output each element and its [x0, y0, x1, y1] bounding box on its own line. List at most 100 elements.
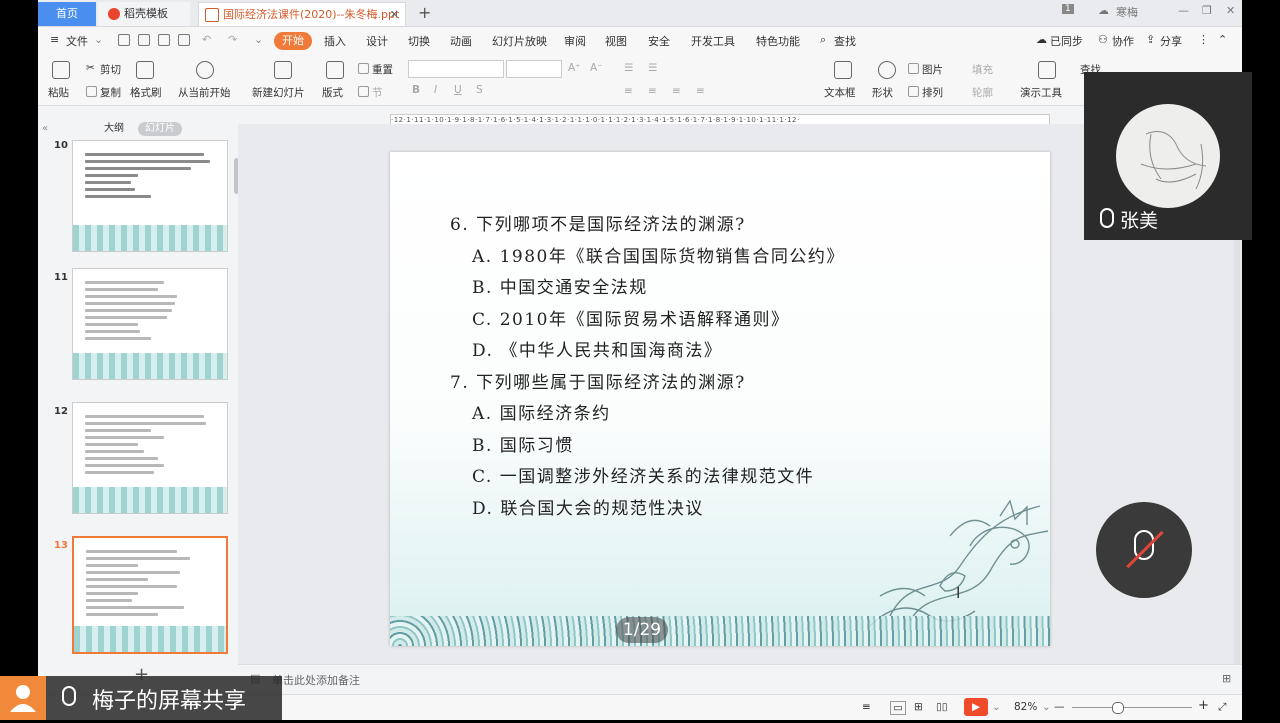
notes-view-icon[interactable]: ≡ — [862, 701, 871, 713]
textbox-button[interactable]: 文本框 — [824, 85, 856, 100]
cut-button[interactable]: 剪切 — [100, 62, 121, 77]
menu-file[interactable]: 文件 — [66, 33, 88, 49]
current-slide[interactable]: 6. 下列哪项不是国际经济法的渊源? A. 1980年《联合国国际货物销售合同公… — [390, 152, 1050, 646]
save-icon[interactable] — [118, 34, 130, 46]
zoom-dropdown-icon[interactable]: ⌄ — [1042, 701, 1051, 713]
tab-slides[interactable]: 幻灯片 — [138, 122, 182, 136]
new-tab-button[interactable]: + — [418, 2, 431, 24]
print-icon[interactable] — [158, 34, 170, 46]
more-dropdown-icon[interactable]: ⌄ — [254, 33, 263, 46]
align-center-icon[interactable]: ≡ — [648, 85, 657, 97]
bullets-icon[interactable]: ☰ — [624, 62, 633, 74]
close-tab-icon[interactable]: ✕ — [390, 3, 399, 27]
menu-transitions[interactable]: 切换 — [408, 33, 430, 49]
zoom-level[interactable]: 82% — [1014, 701, 1037, 713]
zoom-slider-thumb[interactable] — [1112, 702, 1124, 714]
outline-button[interactable]: 轮廓 — [972, 85, 993, 100]
slideshow-dropdown-icon[interactable]: ⌄ — [992, 701, 1001, 713]
collapse-panel-icon[interactable]: « — [42, 122, 48, 136]
layout-button[interactable]: 版式 — [322, 85, 343, 100]
menu-insert[interactable]: 插入 — [324, 33, 346, 49]
layout-icon[interactable] — [326, 61, 344, 79]
collapse-ribbon-icon[interactable]: ⌃ — [1218, 33, 1227, 46]
from-current-button[interactable]: 从当前开始 — [178, 85, 231, 100]
section-icon[interactable] — [358, 86, 369, 97]
shape-icon[interactable] — [878, 61, 896, 79]
normal-view-icon[interactable]: ▭ — [890, 701, 906, 715]
justify-icon[interactable]: ≡ — [696, 85, 705, 97]
format-painter-button[interactable]: 格式刷 — [130, 85, 162, 100]
menu-view[interactable]: 视图 — [605, 33, 627, 49]
arrange-button[interactable]: 排列 — [922, 85, 943, 100]
user-avatar-icon[interactable]: ☁ — [1098, 4, 1109, 17]
paste-button[interactable]: 粘贴 — [48, 85, 69, 100]
presentation-tools-icon[interactable] — [1038, 61, 1056, 79]
bold-icon[interactable]: B — [412, 84, 420, 96]
menu-home[interactable]: 开始 — [274, 32, 312, 50]
menu-review[interactable]: 审阅 — [564, 33, 586, 49]
chevron-down-icon[interactable]: ⌄ — [94, 33, 103, 46]
tab-document[interactable]: 国际经济法课件(2020)--朱冬梅.ppt ✕ — [198, 2, 406, 26]
paste-icon[interactable] — [52, 61, 70, 79]
reset-icon[interactable] — [358, 63, 369, 74]
menu-features[interactable]: 特色功能 — [756, 33, 800, 49]
new-slide-icon[interactable] — [274, 61, 292, 79]
decrease-font-icon[interactable]: A⁻ — [590, 62, 603, 74]
participant-video-tile[interactable]: 张美 — [1084, 72, 1252, 240]
fill-button[interactable]: 填充 — [972, 62, 993, 77]
reset-button[interactable]: 重置 — [372, 62, 393, 77]
picture-button[interactable]: 图片 — [922, 62, 943, 77]
slide-thumbnail-10[interactable] — [72, 140, 228, 252]
user-name[interactable]: 寒梅 — [1116, 4, 1138, 20]
new-slide-button[interactable]: 新建幻灯片 — [252, 85, 305, 100]
picture-icon[interactable] — [908, 63, 919, 74]
presentation-tools-button[interactable]: 演示工具 — [1020, 85, 1062, 100]
textbox-icon[interactable] — [834, 61, 852, 79]
reading-view-icon[interactable]: ▯▯ — [936, 701, 948, 713]
sync-status[interactable]: 已同步 — [1050, 33, 1083, 49]
align-right-icon[interactable]: ≡ — [672, 85, 681, 97]
font-name-select[interactable] — [408, 60, 504, 78]
zoom-out-icon[interactable]: — — [1054, 701, 1065, 713]
menu-security[interactable]: 安全 — [648, 33, 670, 49]
play-icon[interactable] — [196, 61, 214, 79]
copy-button[interactable]: 复制 — [100, 85, 121, 100]
mute-microphone-button[interactable] — [1096, 502, 1192, 598]
arrange-icon[interactable] — [908, 86, 919, 97]
zoom-in-icon[interactable]: + — [1198, 698, 1209, 713]
collaborate-button[interactable]: 协作 — [1112, 33, 1134, 49]
section-button[interactable]: 节 — [372, 85, 383, 100]
tab-outline[interactable]: 大纲 — [104, 122, 124, 136]
fit-window-icon[interactable]: ⊞ — [1222, 672, 1231, 685]
tab-home[interactable]: 首页 — [38, 2, 96, 26]
tab-templates[interactable]: 稻壳模板 — [98, 2, 190, 26]
shadow-icon[interactable]: S — [476, 84, 483, 96]
slide-thumbnail-13[interactable] — [72, 536, 228, 654]
redo-icon[interactable]: ↷ — [228, 33, 237, 46]
share-button[interactable]: 分享 — [1160, 33, 1182, 49]
shape-button[interactable]: 形状 — [872, 85, 893, 100]
restore-icon[interactable]: ❐ — [1202, 4, 1212, 17]
underline-icon[interactable]: U — [454, 84, 462, 96]
print-preview-icon[interactable] — [178, 34, 190, 46]
more-icon[interactable]: ⋮ — [1198, 33, 1209, 46]
notes-placeholder[interactable]: 单击此处添加备注 — [272, 672, 360, 688]
cut-icon[interactable]: ✂ — [86, 62, 95, 74]
slide-thumbnail-11[interactable] — [72, 268, 228, 380]
play-slideshow-icon[interactable]: ▶ — [964, 698, 988, 716]
numbering-icon[interactable]: ☰ — [648, 62, 657, 74]
format-painter-icon[interactable] — [136, 61, 154, 79]
italic-icon[interactable]: I — [434, 84, 437, 96]
menu-developer[interactable]: 开发工具 — [691, 33, 735, 49]
slide-content[interactable]: 6. 下列哪项不是国际经济法的渊源? A. 1980年《联合国国际货物销售合同公… — [450, 210, 845, 525]
export-pdf-icon[interactable] — [138, 34, 150, 46]
menu-design[interactable]: 设计 — [366, 33, 388, 49]
slide-thumbnail-12[interactable] — [72, 402, 228, 514]
copy-icon[interactable] — [86, 86, 97, 97]
fit-slide-icon[interactable]: ⤢ — [1218, 701, 1226, 714]
zoom-slider-track[interactable] — [1072, 707, 1192, 708]
font-size-select[interactable] — [506, 60, 562, 78]
close-window-icon[interactable]: ✕ — [1226, 4, 1235, 17]
undo-icon[interactable]: ↶ — [202, 33, 211, 46]
menu-search[interactable]: 查找 — [834, 33, 856, 49]
